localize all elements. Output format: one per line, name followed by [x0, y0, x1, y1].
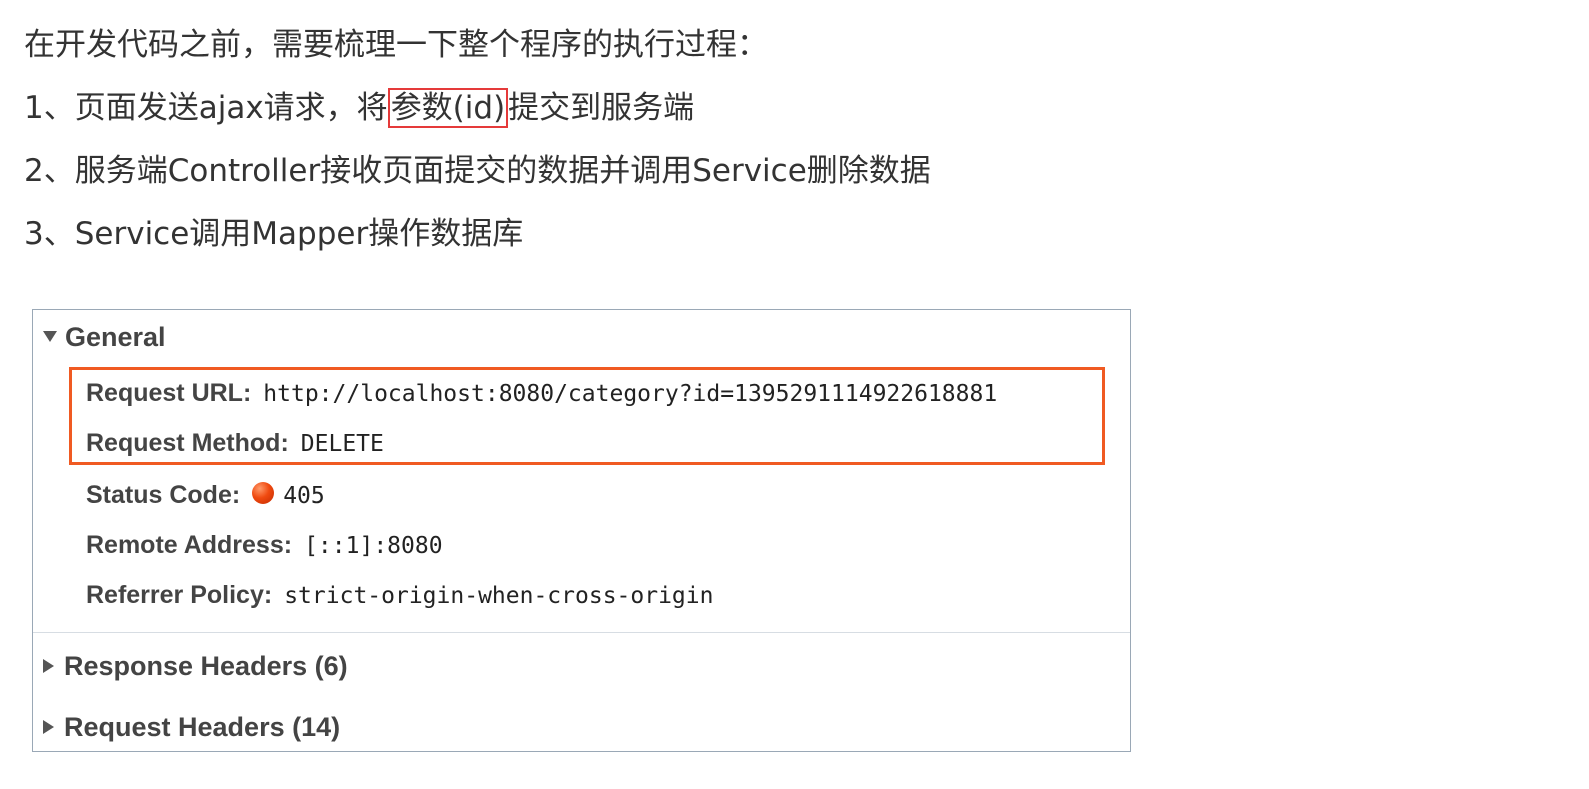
section-divider — [33, 632, 1130, 633]
step1-after: 提交到服务端 — [508, 90, 695, 126]
request-method-label: Request Method: — [86, 429, 289, 457]
remote-address-value: [::1]:8080 — [304, 533, 443, 559]
intro-step-1: 1、页面发送ajax请求，将参数(id)提交到服务端 — [24, 77, 931, 140]
status-code-label: Status Code: — [86, 481, 241, 509]
step1-highlight: 参数(id) — [387, 88, 509, 128]
intro-step-3: 3、Service调用Mapper操作数据库 — [24, 216, 524, 252]
referrer-policy-row: Referrer Policy: strict-origin-when-cross… — [86, 581, 713, 610]
intro-step-2: 2、服务端Controller接收页面提交的数据并调用Service删除数据 — [24, 153, 931, 189]
step1-before: 1、页面发送ajax请求，将 — [24, 90, 388, 126]
referrer-policy-value: strict-origin-when-cross-origin — [284, 583, 714, 609]
request-url-label: Request URL: — [86, 379, 252, 407]
remote-address-label: Remote Address: — [86, 531, 293, 559]
response-headers-toggle[interactable]: Response Headers (6) — [43, 651, 348, 682]
general-label: General — [65, 322, 166, 352]
expanded-triangle-icon — [43, 331, 57, 343]
request-headers-toggle[interactable]: Request Headers (14) — [43, 712, 340, 743]
collapsed-triangle-icon — [43, 658, 54, 673]
general-section-toggle[interactable]: General — [43, 322, 166, 353]
intro-title: 在开发代码之前，需要梳理一下整个程序的执行过程： — [24, 27, 768, 63]
request-headers-label: Request Headers (14) — [64, 712, 341, 742]
request-method-row: Request Method: DELETE — [86, 429, 384, 458]
referrer-policy-label: Referrer Policy: — [86, 581, 273, 609]
response-headers-label: Response Headers (6) — [64, 651, 348, 681]
collapsed-triangle-icon — [43, 719, 54, 734]
status-error-icon — [252, 482, 275, 505]
request-url-value: http://localhost:8080/category?id=139529… — [263, 381, 998, 407]
status-code-value: 405 — [283, 483, 325, 509]
devtools-headers-panel: General Request URL: http://localhost:808… — [32, 309, 1131, 752]
remote-address-row: Remote Address: [::1]:8080 — [86, 531, 443, 560]
request-method-value: DELETE — [300, 431, 384, 457]
intro-text: 在开发代码之前，需要梳理一下整个程序的执行过程： 1、页面发送ajax请求，将参… — [24, 14, 931, 266]
request-url-row: Request URL: http://localhost:8080/catego… — [86, 379, 997, 408]
status-code-row: Status Code: 405 — [86, 481, 325, 510]
